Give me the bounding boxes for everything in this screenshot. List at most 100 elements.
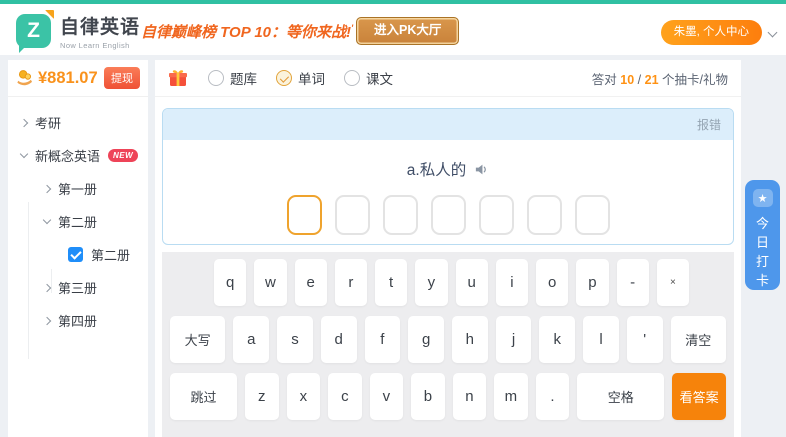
checkbox-checked-icon[interactable] [68, 247, 83, 262]
key-w[interactable]: w [254, 259, 286, 306]
chevron-down-icon[interactable] [20, 150, 28, 158]
tree-item-第一册[interactable]: 第一册 [8, 172, 148, 205]
key-q[interactable]: q [214, 259, 246, 306]
tree-item-label: 第一册 [58, 179, 97, 198]
tree-item-考研[interactable]: 考研 [8, 106, 148, 139]
key-v[interactable]: v [370, 373, 404, 420]
tree-item-label: 新概念英语 [35, 146, 100, 165]
letter-box[interactable] [335, 195, 370, 235]
key-清空[interactable]: 清空 [671, 316, 726, 363]
promo-mark: ' [351, 23, 353, 33]
key-b[interactable]: b [411, 373, 445, 420]
key-o[interactable]: o [536, 259, 568, 306]
key-r[interactable]: r [335, 259, 367, 306]
tree-item-label: 第三册 [58, 278, 97, 297]
tree-guide-line [28, 202, 29, 359]
tree-item-新概念英语[interactable]: 新概念英语 NEW [8, 139, 148, 172]
letter-box[interactable] [383, 195, 418, 235]
tab-题库[interactable]: 题库 [208, 68, 257, 88]
logo-speech-bubble-icon: Z [16, 14, 51, 48]
tree-guide-line [51, 269, 52, 293]
new-badge: NEW [108, 149, 138, 162]
radio-unchecked-icon[interactable] [344, 70, 360, 86]
letter-box[interactable] [575, 195, 610, 235]
money-hand-icon [16, 69, 34, 87]
withdraw-button[interactable]: 提现 [104, 67, 140, 89]
tab-label: 课文 [366, 68, 393, 88]
tab-课文[interactable]: 课文 [344, 68, 393, 88]
key-s[interactable]: s [277, 316, 313, 363]
score-prefix: 答对 [592, 73, 617, 87]
score-summary: 答对 10 / 21 个抽卡/礼物 [592, 69, 728, 88]
key-'[interactable]: ' [627, 316, 663, 363]
chevron-down-icon[interactable] [43, 216, 51, 224]
daily-checkin-label: 今日打卡 [755, 214, 770, 290]
key-u[interactable]: u [456, 259, 488, 306]
key-g[interactable]: g [408, 316, 444, 363]
user-profile-button[interactable]: 朱墨, 个人中心 [661, 20, 762, 45]
letter-box[interactable] [479, 195, 514, 235]
letter-box[interactable] [527, 195, 562, 235]
tab-label: 题库 [230, 68, 257, 88]
key-c[interactable]: c [328, 373, 362, 420]
chevron-right-icon[interactable] [20, 118, 28, 126]
key-空格[interactable]: 空格 [577, 373, 664, 420]
score-suffix: 个抽卡/礼物 [662, 73, 728, 87]
enter-pk-hall-button[interactable]: 进入PK大厅 [356, 17, 459, 45]
key-i[interactable]: i [496, 259, 528, 306]
key-k[interactable]: k [539, 316, 575, 363]
app-subtitle: Now Learn English [60, 41, 140, 50]
daily-checkin-button[interactable]: ★ 今日打卡 [745, 180, 780, 290]
keyboard: qwertyuiop-× 大写asdfghjkl'清空跳过zxcvbnm.空格看答… [162, 252, 734, 437]
key-y[interactable]: y [415, 259, 447, 306]
key-j[interactable]: j [496, 316, 532, 363]
key-e[interactable]: e [295, 259, 327, 306]
key-跳过[interactable]: 跳过 [170, 373, 237, 420]
promo-banner-text: 自律巅峰榜 TOP 10：等你来战!' [141, 21, 353, 42]
key--[interactable]: - [617, 259, 649, 306]
key-f[interactable]: f [365, 316, 401, 363]
key-n[interactable]: n [453, 373, 487, 420]
key-l[interactable]: l [583, 316, 619, 363]
letter-box[interactable] [431, 195, 466, 235]
score-correct: 10 [620, 73, 634, 87]
letter-box-active[interactable] [287, 195, 322, 235]
speaker-icon[interactable] [474, 162, 489, 177]
see-answer-button[interactable]: 看答案 [672, 373, 726, 420]
main-topbar: 题库单词 课文 答对 10 / 21 个抽卡/礼物 [155, 60, 741, 97]
key-backspace[interactable]: × [657, 259, 689, 306]
key-d[interactable]: d [321, 316, 357, 363]
report-error-link[interactable]: 报错 [697, 116, 721, 133]
tab-单词[interactable]: 单词 [276, 68, 325, 88]
word-hint: a.私人的 [407, 158, 466, 180]
key-x[interactable]: x [287, 373, 321, 420]
key-h[interactable]: h [452, 316, 488, 363]
app-title: 自律英语 [60, 12, 140, 39]
key-t[interactable]: t [375, 259, 407, 306]
tree-item-label: 第四册 [58, 311, 97, 330]
radio-unchecked-icon[interactable] [208, 70, 224, 86]
key-.[interactable]: . [536, 373, 570, 420]
app-logo: Z 自律英语 Now Learn English [16, 12, 140, 50]
tree-item-第二册[interactable]: 第二册 [8, 205, 148, 238]
gift-icon [168, 68, 188, 88]
mode-tabs: 题库单词 课文 [208, 68, 393, 88]
tree-item-label: 第二册 [58, 212, 97, 231]
key-大写[interactable]: 大写 [170, 316, 225, 363]
tree-item-第二册[interactable]: 第二册 [8, 238, 148, 271]
keyboard-row-1: qwertyuiop-× [162, 259, 734, 306]
radio-checked-icon[interactable] [276, 70, 292, 86]
tree-item-第三册[interactable]: 第三册 [8, 271, 148, 304]
tree-item-第四册[interactable]: 第四册 [8, 304, 148, 337]
key-a[interactable]: a [233, 316, 269, 363]
chevron-right-icon[interactable] [43, 283, 51, 291]
quiz-card-header: 报错 [163, 109, 733, 140]
chevron-down-icon[interactable] [768, 28, 778, 38]
key-z[interactable]: z [245, 373, 279, 420]
top-header: Z 自律英语 Now Learn English 自律巅峰榜 TOP 10：等你… [0, 0, 786, 55]
tree-item-label: 第二册 [91, 245, 130, 264]
chevron-right-icon[interactable] [43, 184, 51, 192]
chevron-right-icon[interactable] [43, 316, 51, 324]
key-m[interactable]: m [494, 373, 528, 420]
key-p[interactable]: p [576, 259, 608, 306]
